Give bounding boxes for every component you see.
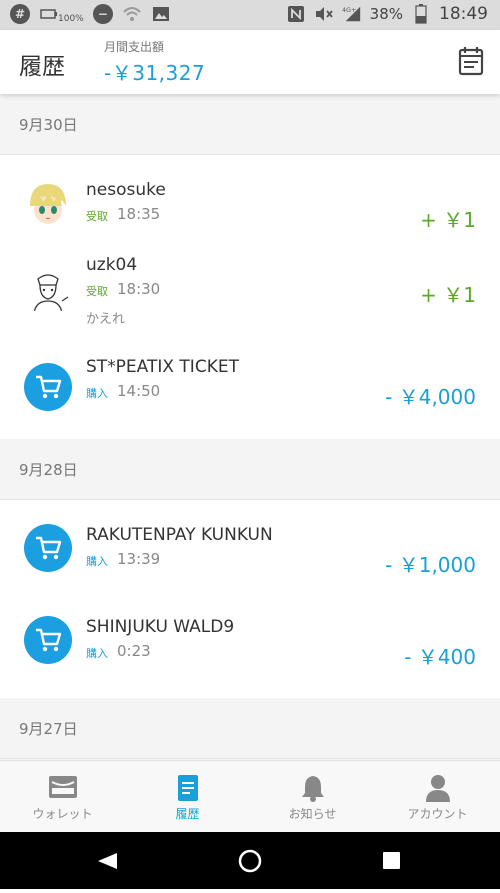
battery-percent: 38% <box>369 5 403 23</box>
payee-name: nesosuke <box>86 180 166 200</box>
transaction-amount: - ￥1,000 <box>385 553 476 577</box>
nav-notifications[interactable]: お知らせ <box>250 761 375 833</box>
bell-icon <box>300 774 326 806</box>
payee-name: uzk04 <box>86 255 138 275</box>
cart-avatar <box>24 524 72 572</box>
payee-name: ST*PEATIX TICKET <box>86 357 239 377</box>
nav-label: ウォレット <box>32 807 93 821</box>
cart-icon <box>36 375 62 399</box>
network-label: 4G+ <box>342 7 356 14</box>
nav-account[interactable]: アカウント <box>375 761 500 833</box>
home-icon <box>238 849 262 873</box>
back-button[interactable] <box>98 853 117 869</box>
list-item[interactable]: RAKUTENPAY KUNKUN 購入 13:39 - ￥1,000 <box>0 500 500 592</box>
transaction-time: 18:30 <box>117 280 161 298</box>
payee-name: SHINJUKU WALD9 <box>86 617 235 637</box>
home-button[interactable] <box>238 849 262 873</box>
battery-badge: 100% <box>58 14 84 24</box>
history-icon <box>177 774 199 806</box>
transaction-time: 0:23 <box>117 642 151 660</box>
avatar <box>24 267 72 315</box>
calendar-button[interactable] <box>458 46 484 76</box>
transaction-amount: - ￥4,000 <box>385 385 476 409</box>
transaction-type: 受取 <box>86 285 108 298</box>
image-icon <box>151 4 171 24</box>
date-separator: 9月30日 <box>0 94 500 155</box>
sketch-avatar-icon <box>24 267 72 315</box>
status-bar: # 100% − 4G+ 38% 18:49 <box>0 0 500 30</box>
nav-wallet[interactable]: ウォレット <box>0 761 125 833</box>
hash-icon: # <box>10 4 30 24</box>
monthly-spend-amount: -￥31,327 <box>104 61 206 85</box>
wallet-icon <box>48 774 78 804</box>
nfc-icon <box>286 4 306 24</box>
bottom-navigation: ウォレット 履歴 お知らせ アカウント <box>0 760 500 833</box>
transaction-type: 購入 <box>86 387 108 400</box>
nav-label: お知らせ <box>288 807 337 821</box>
nav-label: 履歴 <box>175 807 200 821</box>
transaction-type: 受取 <box>86 210 108 223</box>
nav-label: アカウント <box>407 807 468 821</box>
transaction-time: 14:50 <box>117 382 161 400</box>
app-header: 履歴 月間支出額 -￥31,327 <box>0 30 500 94</box>
transaction-list[interactable]: 9月30日 nesosuke 受取 18:35 + ￥1 uzk04 受取 18… <box>0 94 500 760</box>
nav-history[interactable]: 履歴 <box>125 761 250 833</box>
list-item[interactable]: nesosuke 受取 18:35 + ￥1 <box>0 155 500 247</box>
cart-icon <box>36 536 62 560</box>
transaction-type: 購入 <box>86 647 108 660</box>
payee-name: RAKUTENPAY KUNKUN <box>86 525 273 545</box>
battery-saver-icon <box>39 4 59 24</box>
anime-avatar-icon <box>24 180 72 228</box>
transaction-amount: - ￥400 <box>404 645 476 669</box>
back-icon <box>98 853 117 869</box>
transaction-time: 13:39 <box>117 550 161 568</box>
transaction-amount: + ￥1 <box>420 283 476 307</box>
cart-icon <box>36 628 62 652</box>
date-separator: 9月27日 <box>0 698 500 759</box>
monthly-spend-label: 月間支出額 <box>104 40 165 54</box>
list-item[interactable]: uzk04 受取 18:30 かえれ + ￥1 <box>0 247 500 357</box>
list-item[interactable]: ST*PEATIX TICKET 購入 14:50 - ￥4,000 <box>0 357 500 439</box>
cart-avatar <box>24 363 72 411</box>
transaction-time: 18:35 <box>117 205 161 223</box>
date-separator: 9月28日 <box>0 439 500 500</box>
transaction-amount: + ￥1 <box>420 208 476 232</box>
signal-icon: 4G+ <box>342 4 362 24</box>
recents-button[interactable] <box>383 852 400 869</box>
avatar <box>24 180 72 228</box>
system-navigation-bar <box>0 832 500 889</box>
wifi-icon <box>122 4 142 24</box>
list-item[interactable]: SHINJUKU WALD9 購入 0:23 - ￥400 <box>0 592 500 698</box>
recents-icon <box>383 852 400 869</box>
page-title: 履歴 <box>19 54 65 80</box>
calendar-icon <box>458 47 484 76</box>
clock: 18:49 <box>439 4 488 24</box>
cart-avatar <box>24 616 72 664</box>
mute-icon <box>314 4 334 24</box>
battery-icon <box>411 4 431 24</box>
transaction-memo: かえれ <box>86 312 126 327</box>
account-icon <box>425 774 451 806</box>
dnd-icon: − <box>92 4 113 24</box>
transaction-type: 購入 <box>86 555 108 568</box>
